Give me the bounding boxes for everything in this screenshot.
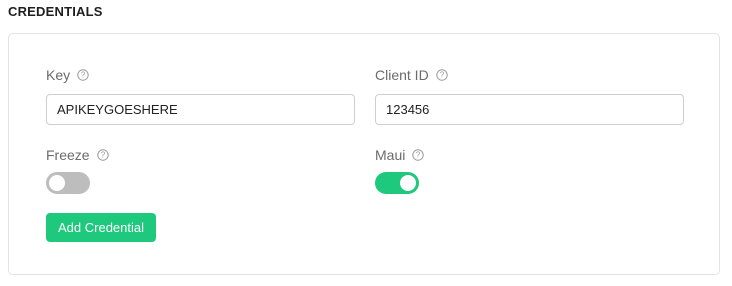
key-label: Key: [46, 67, 71, 83]
maui-label: Maui: [375, 147, 406, 163]
freeze-help-icon[interactable]: ?: [96, 149, 109, 161]
svg-text:?: ?: [100, 151, 105, 160]
freeze-label: Freeze: [46, 147, 90, 163]
maui-toggle[interactable]: [375, 172, 419, 194]
freeze-toggle[interactable]: [46, 172, 90, 194]
key-input[interactable]: [46, 94, 355, 125]
maui-toggle-knob: [400, 175, 416, 191]
client-id-label: Client ID: [375, 67, 429, 83]
svg-text:?: ?: [416, 151, 421, 160]
key-help-icon[interactable]: ?: [77, 69, 89, 81]
svg-text:?: ?: [439, 71, 444, 80]
client-id-label-row: Client ID ?: [375, 67, 448, 83]
client-id-help-icon[interactable]: ?: [435, 69, 448, 81]
freeze-label-row: Freeze ?: [46, 147, 109, 163]
svg-text:?: ?: [81, 71, 86, 80]
maui-label-row: Maui ?: [375, 147, 425, 163]
section-title: CREDENTIALS: [8, 4, 103, 19]
add-credential-button[interactable]: Add Credential: [46, 213, 156, 242]
key-label-row: Key ?: [46, 67, 89, 83]
freeze-toggle-knob: [49, 175, 65, 191]
client-id-input[interactable]: [375, 94, 684, 125]
maui-help-icon[interactable]: ?: [412, 149, 425, 161]
